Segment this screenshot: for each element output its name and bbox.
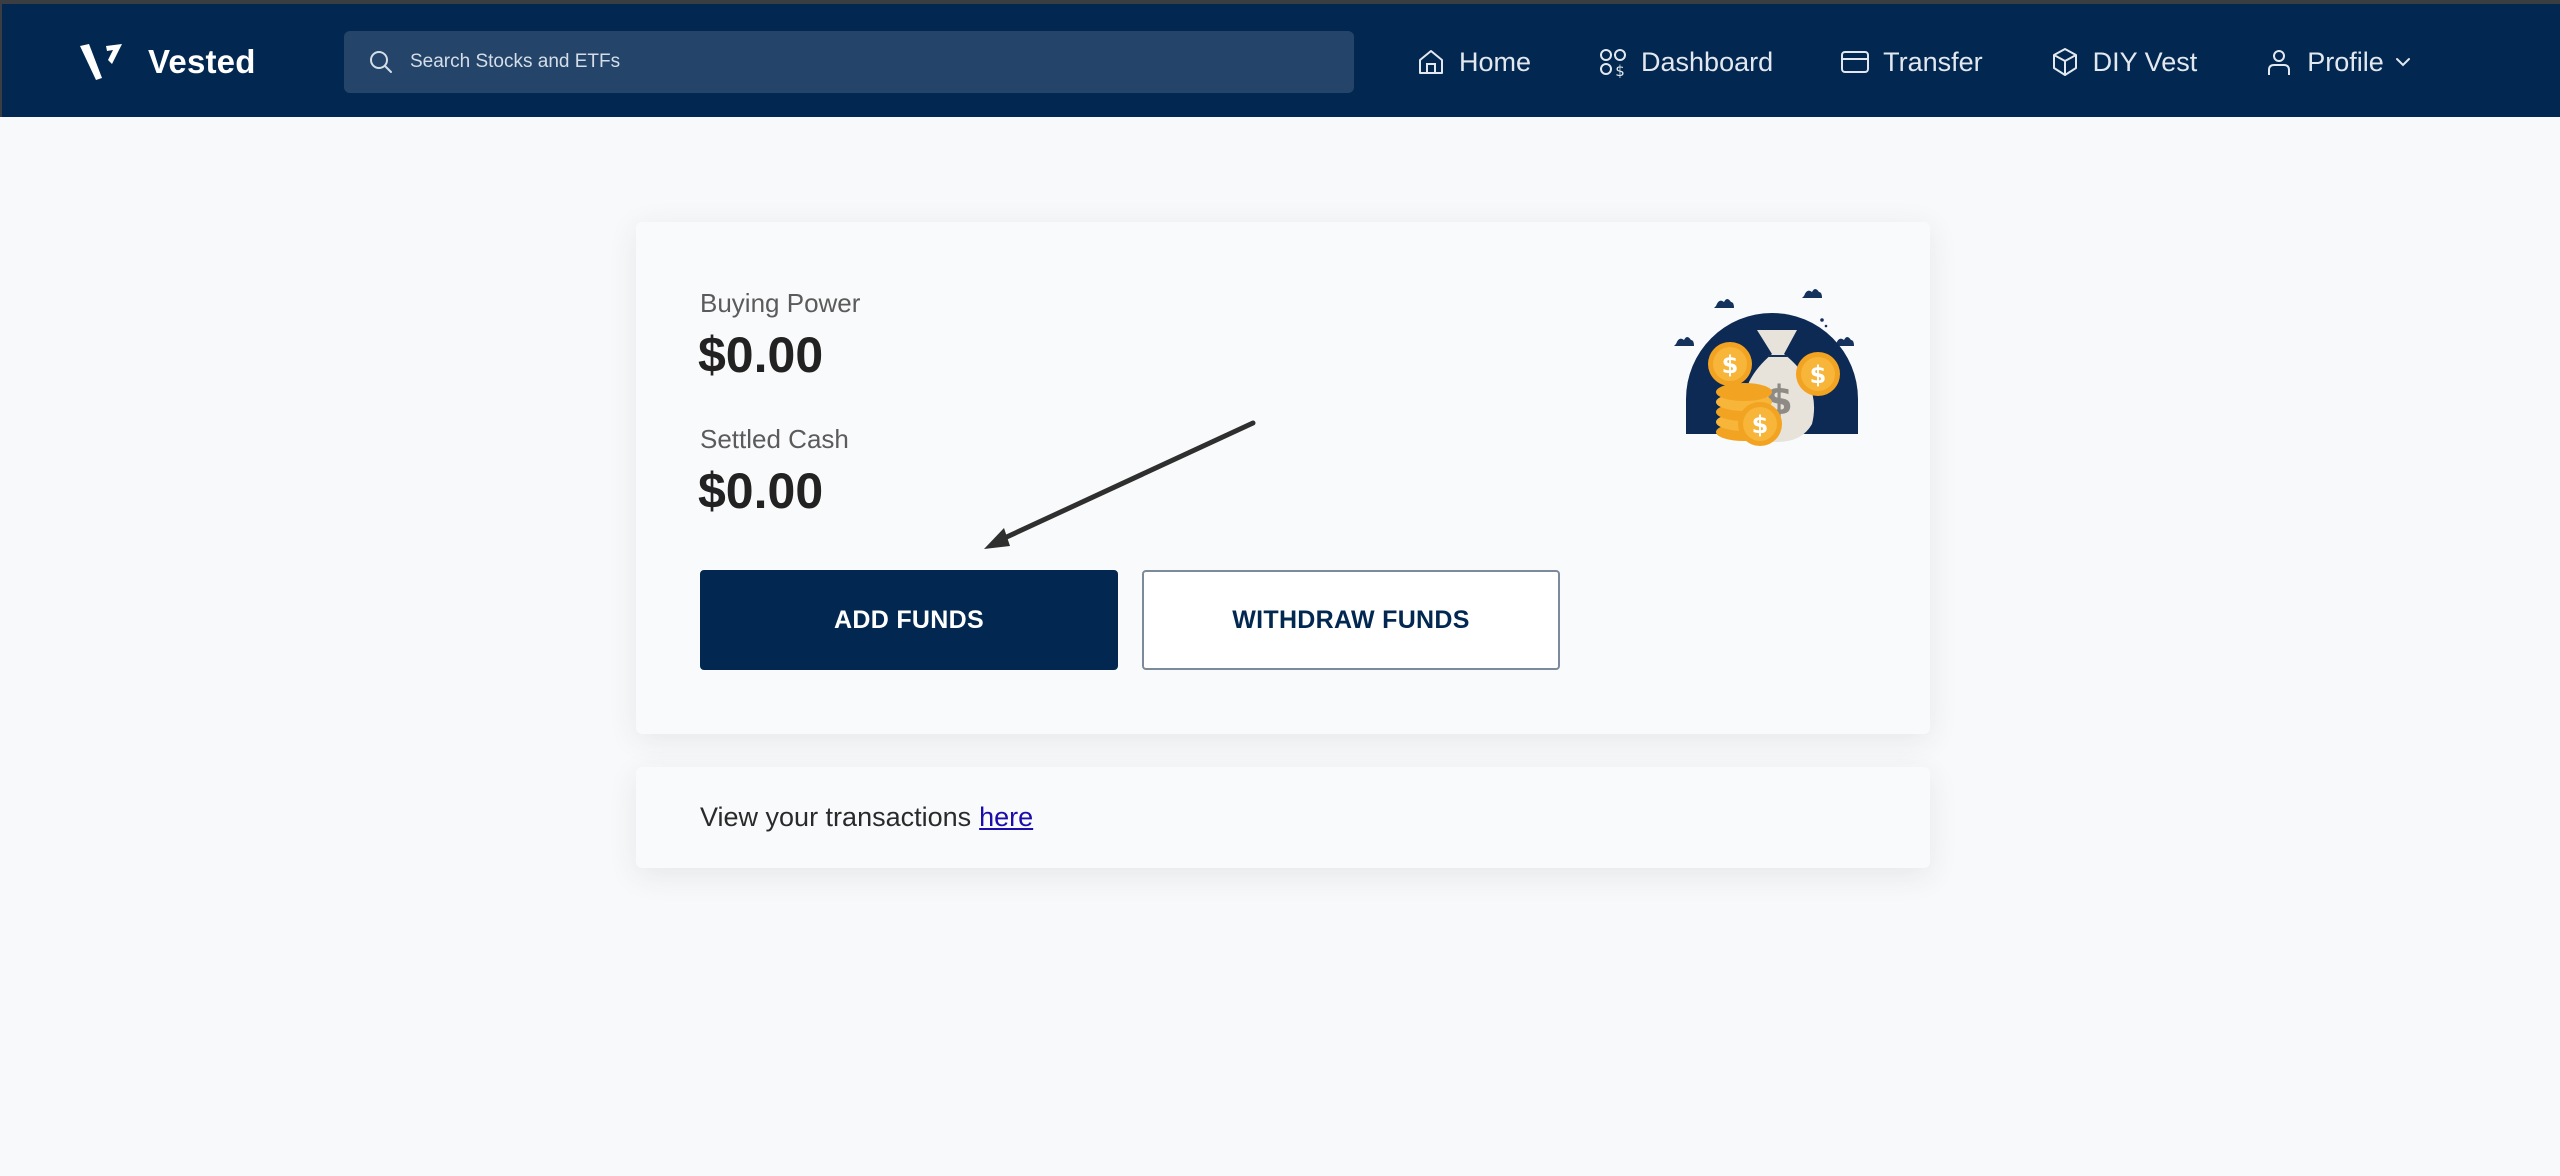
card-icon	[1841, 51, 1870, 73]
nav-item-home[interactable]: Home	[1415, 46, 1531, 78]
settled-cash-label: Settled Cash	[700, 424, 849, 454]
nav-item-profile[interactable]: Profile	[2263, 46, 2412, 78]
funds-card: Buying Power $0.00 Settled Cash $0.00 AD…	[636, 222, 1930, 734]
nav-item-transfer[interactable]: Transfer	[1839, 46, 1983, 78]
search-bar[interactable]	[344, 31, 1354, 93]
search-icon	[370, 51, 392, 73]
settled-cash-value: $0.00	[698, 463, 824, 519]
user-icon	[2268, 50, 2291, 75]
transactions-text: View your transactions	[700, 802, 972, 832]
nav-item-dashboard[interactable]: $ Dashboard	[1597, 46, 1773, 78]
add-funds-button[interactable]: ADD FUNDS	[700, 570, 1118, 670]
buying-power-label: Buying Power	[700, 288, 861, 318]
home-icon	[1419, 50, 1443, 74]
nav-label-dashboard: Dashboard	[1641, 46, 1774, 77]
chevron-down-icon[interactable]	[2394, 53, 2412, 71]
cube-icon	[2052, 48, 2077, 76]
buying-power-value: $0.00	[698, 327, 824, 383]
svg-text:$: $	[1722, 351, 1739, 379]
brand-logo[interactable]: Vested	[78, 40, 256, 84]
vested-logo-icon	[80, 44, 122, 80]
nav-label-diy-vest: DIY Vest	[2092, 46, 2198, 77]
navbar: Vested Home $ Dashboard	[0, 4, 2560, 117]
nav-label-home: Home	[1459, 46, 1532, 77]
nav-item-diy-vest[interactable]: DIY Vest	[2049, 46, 2198, 78]
brand-name: Vested	[148, 43, 256, 80]
transactions-card: View your transactions here	[636, 767, 1930, 868]
main-nav: Home $ Dashboard Transfer DIY Vest Profi…	[1415, 40, 2478, 84]
dashboard-icon: $	[1600, 49, 1627, 78]
withdraw-funds-button[interactable]: WITHDRAW FUNDS	[1142, 570, 1560, 670]
transactions-link[interactable]: here	[979, 802, 1033, 833]
search-input[interactable]	[410, 51, 1310, 73]
svg-text:$: $	[1615, 62, 1625, 78]
svg-text:$: $	[1752, 411, 1769, 439]
nav-label-transfer: Transfer	[1883, 46, 1983, 77]
svg-text:$: $	[1810, 361, 1827, 389]
nav-label-profile: Profile	[2307, 46, 2384, 77]
money-bag-coins-icon: $ $ $ $	[1674, 289, 1858, 446]
